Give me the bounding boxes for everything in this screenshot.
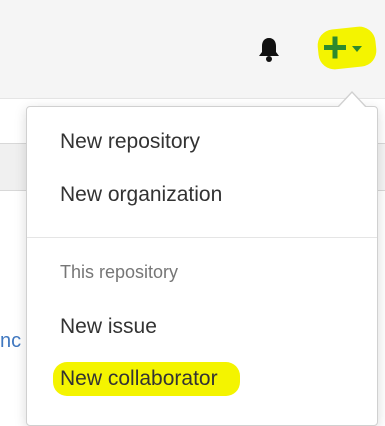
background-link-fragment: nc bbox=[0, 330, 22, 352]
create-new-dropdown: New repository New organization This rep… bbox=[26, 106, 378, 426]
background-tab-strip bbox=[0, 143, 27, 191]
menu-item-new-organization[interactable]: New organization bbox=[60, 178, 222, 212]
menu-item-new-collaborator[interactable]: New collaborator bbox=[53, 362, 240, 396]
bell-icon bbox=[259, 38, 279, 62]
caret-down-icon bbox=[352, 46, 362, 52]
menu-item-new-repository[interactable]: New repository bbox=[60, 125, 200, 159]
dropdown-caret bbox=[338, 93, 366, 108]
header-bar bbox=[0, 0, 385, 99]
menu-divider bbox=[27, 237, 377, 238]
create-new-button[interactable] bbox=[316, 25, 378, 71]
plus-icon bbox=[324, 36, 346, 59]
notifications-button[interactable] bbox=[254, 34, 284, 64]
menu-item-new-issue[interactable]: New issue bbox=[60, 310, 157, 344]
menu-section-header: This repository bbox=[60, 262, 179, 282]
